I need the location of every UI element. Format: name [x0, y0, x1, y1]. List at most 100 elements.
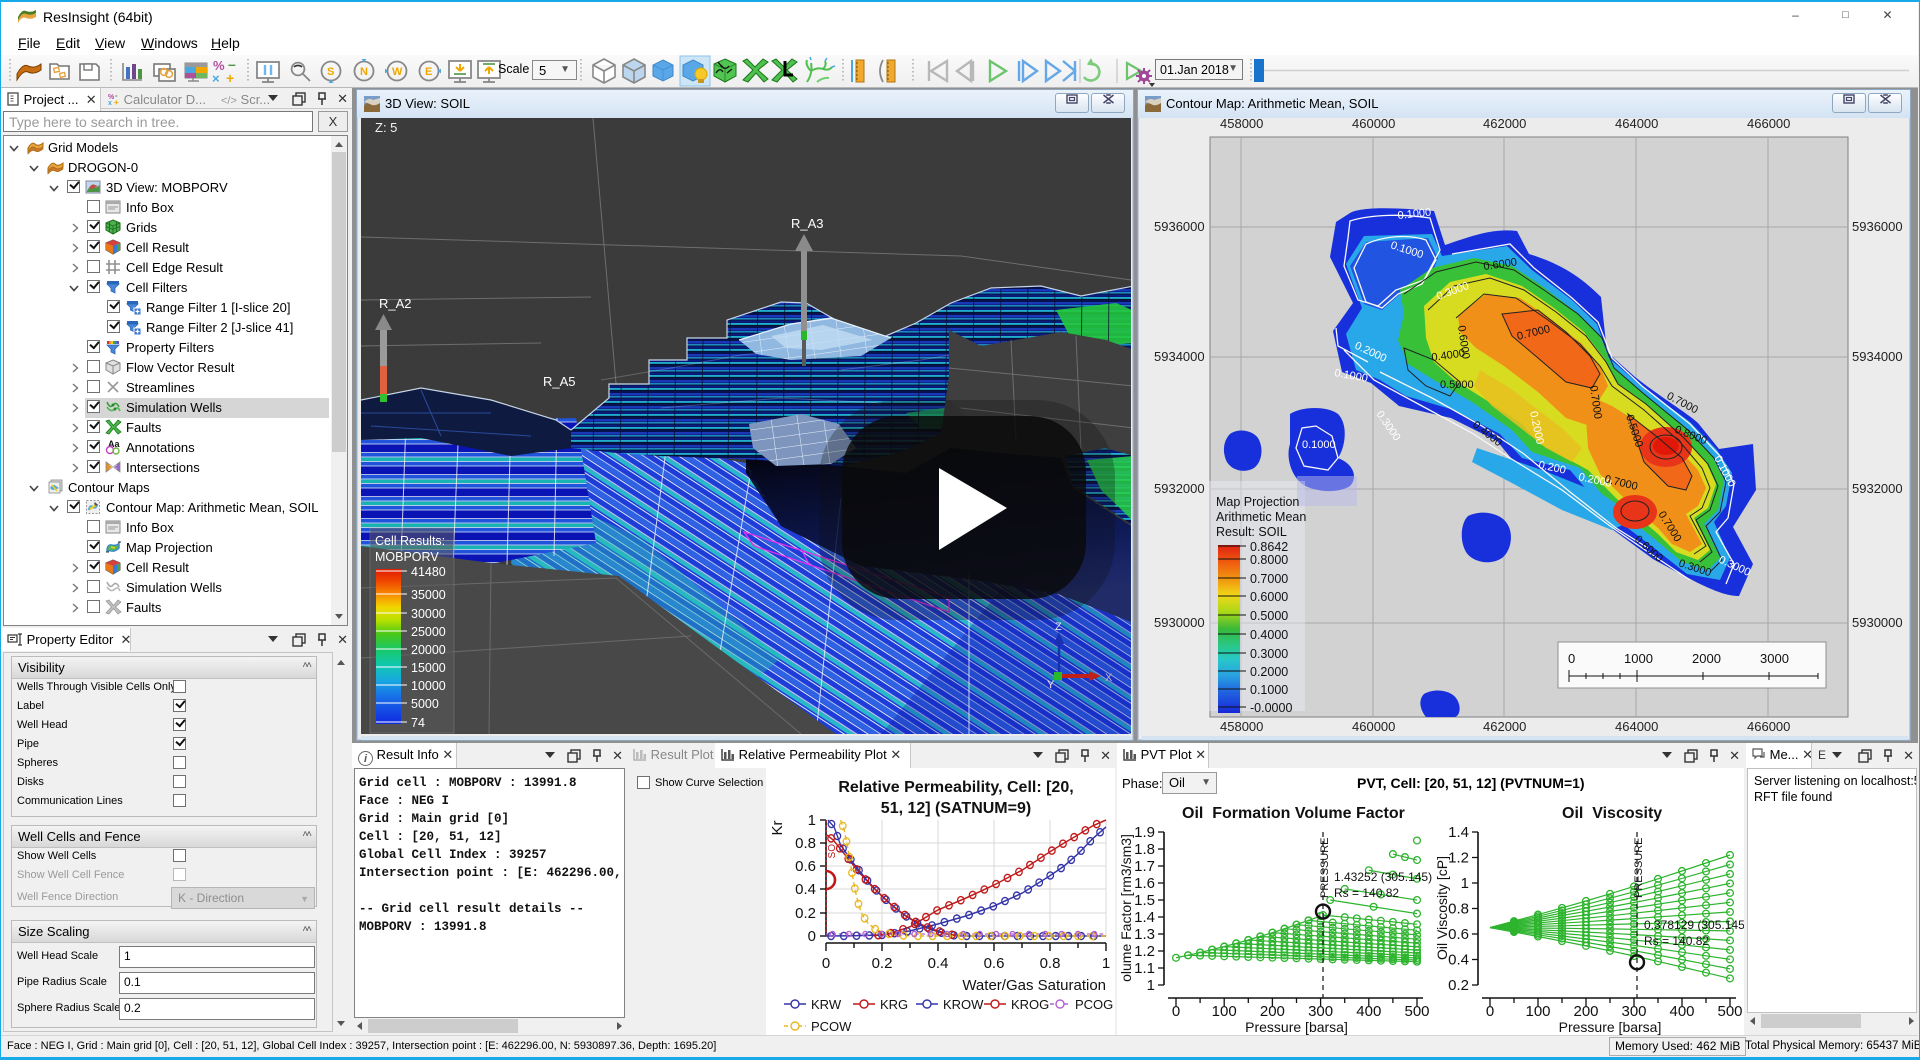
svg-text:25000: 25000: [411, 625, 446, 639]
svg-text:5000: 5000: [411, 697, 439, 711]
svg-text:0.8: 0.8: [1040, 955, 1061, 972]
svg-text:2000: 2000: [1692, 651, 1721, 666]
svg-text:400: 400: [1356, 1003, 1381, 1020]
svg-text:458000: 458000: [1220, 118, 1263, 131]
svg-text:S: S: [327, 66, 334, 78]
svg-text:0.8: 0.8: [795, 835, 816, 852]
svg-text:Pressure [barsa]: Pressure [barsa]: [1559, 1019, 1662, 1035]
svg-text:0.1000: 0.1000: [1302, 439, 1336, 451]
svg-text:466000: 466000: [1747, 719, 1790, 734]
svg-text:0.5000: 0.5000: [1440, 379, 1474, 391]
svg-text:5936000: 5936000: [1154, 219, 1205, 234]
svg-text:458000: 458000: [1220, 719, 1263, 734]
svg-text:1.43252 (305.145): 1.43252 (305.145): [1334, 870, 1432, 884]
svg-text:-0.0000: -0.0000: [1250, 701, 1292, 715]
svg-text:5930000: 5930000: [1852, 615, 1903, 630]
svg-text:Y: Y: [1047, 679, 1055, 691]
svg-text:15000: 15000: [411, 661, 446, 675]
svg-text:×: ×: [212, 71, 220, 86]
svg-text:Oil Formation Volume Factor: Oil Formation Volume Factor: [1182, 805, 1405, 822]
svg-text:100: 100: [1212, 1003, 1237, 1020]
svg-text:5932000: 5932000: [1852, 481, 1903, 496]
svg-text:1.1: 1.1: [1134, 960, 1155, 977]
svg-text:R_A3: R_A3: [791, 216, 824, 231]
svg-text:Result: SOIL: Result: SOIL: [1216, 525, 1287, 539]
svg-text:300: 300: [1621, 1003, 1646, 1020]
svg-text:500: 500: [1717, 1003, 1742, 1020]
svg-text:0.4: 0.4: [928, 955, 949, 972]
svg-text:1.2: 1.2: [1448, 850, 1469, 867]
svg-text:0.4: 0.4: [1448, 952, 1469, 969]
svg-text:PRESSURE: PRESSURE: [1319, 837, 1331, 898]
svg-text:41480: 41480: [411, 565, 446, 579]
svg-text:0.378129 (305.145): 0.378129 (305.145): [1644, 918, 1744, 932]
svg-text:462000: 462000: [1483, 719, 1526, 734]
svg-text:Pressure [barsa]: Pressure [barsa]: [1245, 1019, 1348, 1035]
svg-text:1.6: 1.6: [1134, 875, 1155, 892]
svg-text:olume Factor [rm3/sm3]: olume Factor [rm3/sm3]: [1118, 834, 1134, 982]
svg-text:1.5: 1.5: [1134, 892, 1155, 909]
svg-text:KROG: KROG: [1011, 997, 1049, 1012]
svg-text:1.8: 1.8: [1134, 841, 1155, 858]
svg-text:0: 0: [808, 928, 816, 945]
svg-text:+: +: [226, 70, 234, 86]
svg-text:1.3: 1.3: [1134, 926, 1155, 943]
svg-text:R_A5: R_A5: [543, 374, 576, 389]
svg-text:N: N: [360, 66, 368, 78]
svg-text:500: 500: [1404, 1003, 1429, 1020]
svg-text:0.2: 0.2: [872, 955, 893, 972]
svg-text:0.7000: 0.7000: [1250, 572, 1288, 586]
svg-text:1: 1: [1461, 875, 1469, 892]
svg-text:Rs = 140.82: Rs = 140.82: [1334, 886, 1399, 900]
svg-text:Arithmetic Mean: Arithmetic Mean: [1216, 510, 1306, 524]
svg-text:0.2: 0.2: [795, 905, 816, 922]
svg-text:X: X: [1105, 672, 1113, 684]
svg-text:0.8: 0.8: [1448, 901, 1469, 918]
svg-text:5932000: 5932000: [1154, 481, 1205, 496]
svg-text:30000: 30000: [411, 607, 446, 621]
svg-text:E: E: [425, 66, 432, 78]
svg-text:KRG: KRG: [880, 997, 908, 1012]
svg-text:Relative Permeability, Cell: [: Relative Permeability, Cell: [20,: [838, 779, 1073, 796]
svg-text:Water/Gas Saturation: Water/Gas Saturation: [962, 977, 1106, 994]
svg-text:10000: 10000: [411, 679, 446, 693]
svg-text:1.2: 1.2: [1134, 943, 1155, 960]
svg-text:0: 0: [822, 955, 830, 972]
svg-text:0.8000: 0.8000: [1250, 553, 1288, 567]
svg-text:460000: 460000: [1352, 719, 1395, 734]
svg-text:1: 1: [1147, 977, 1155, 994]
svg-text:400: 400: [1669, 1003, 1694, 1020]
svg-text:0.6000: 0.6000: [1250, 590, 1288, 604]
svg-text:5930000: 5930000: [1154, 615, 1205, 630]
svg-text:0.2000: 0.2000: [1250, 665, 1288, 679]
svg-text:W: W: [392, 66, 403, 78]
svg-text:464000: 464000: [1615, 118, 1658, 131]
svg-text:100: 100: [1525, 1003, 1550, 1020]
svg-text:0.4000: 0.4000: [1250, 628, 1288, 642]
svg-text:PCOW: PCOW: [811, 1019, 852, 1034]
svg-text:300: 300: [1308, 1003, 1333, 1020]
svg-text:466000: 466000: [1747, 118, 1790, 131]
svg-text:x: x: [108, 100, 112, 105]
svg-text:0.2: 0.2: [1448, 977, 1469, 994]
svg-text:74: 74: [411, 716, 425, 730]
svg-text:200: 200: [1573, 1003, 1598, 1020]
svg-text:5934000: 5934000: [1154, 349, 1205, 364]
svg-text:0.3000: 0.3000: [1250, 647, 1288, 661]
svg-text:+: +: [114, 98, 119, 105]
svg-text:5936000: 5936000: [1852, 219, 1903, 234]
svg-text:Rs = 140.82: Rs = 140.82: [1644, 934, 1709, 948]
svg-text:MOBPORV: MOBPORV: [375, 550, 439, 564]
svg-text:20000: 20000: [411, 643, 446, 657]
svg-text:Map Projection: Map Projection: [1216, 495, 1299, 509]
svg-text:51, 12] (SATNUM=9): 51, 12] (SATNUM=9): [881, 800, 1031, 817]
svg-text:PCOG: PCOG: [1075, 997, 1113, 1012]
svg-text:1: 1: [1102, 955, 1110, 972]
svg-text:5934000: 5934000: [1852, 349, 1903, 364]
svg-text:3000: 3000: [1760, 651, 1789, 666]
svg-text:1: 1: [808, 812, 816, 829]
svg-text:Cell Results:: Cell Results:: [375, 534, 445, 548]
svg-text:Z: 5: Z: 5: [375, 120, 397, 135]
svg-text:1.9: 1.9: [1134, 824, 1155, 841]
svg-text:KROW: KROW: [943, 997, 984, 1012]
